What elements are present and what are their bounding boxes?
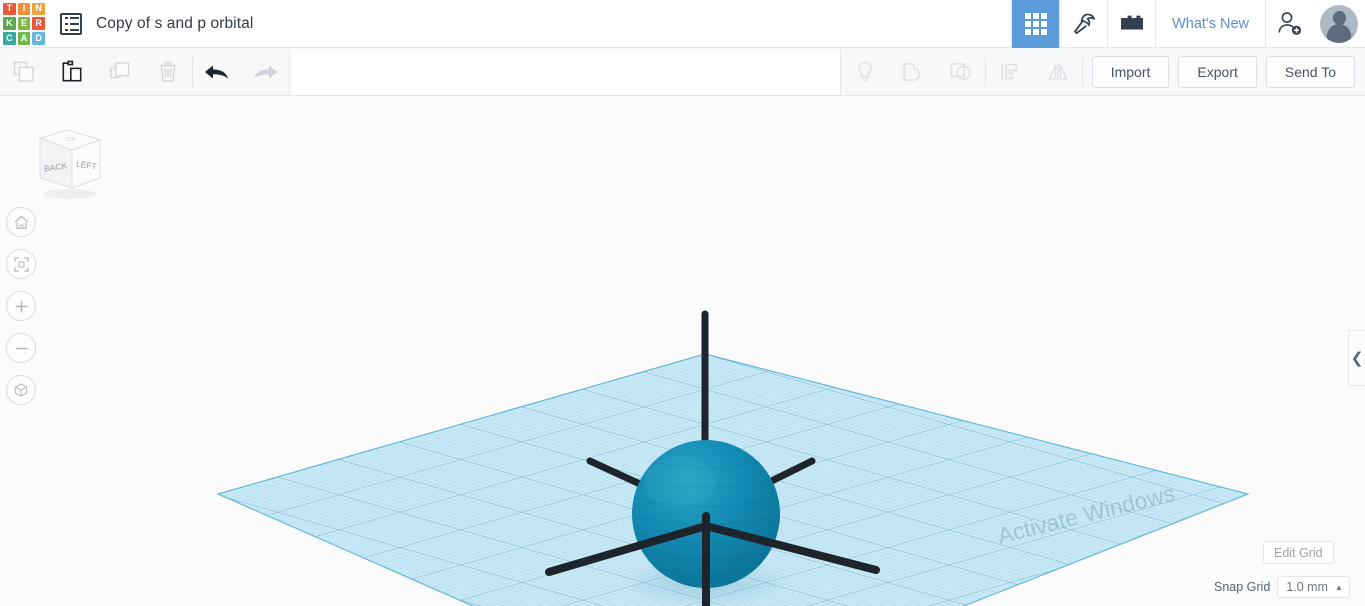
perspective-toggle-button[interactable] (6, 375, 36, 405)
logo-tile-e-4: E (17, 17, 31, 30)
align-button[interactable] (986, 48, 1034, 96)
object-tools-group (841, 48, 1083, 96)
logo-tile-c-6: C (3, 31, 16, 45)
logo-tile-n-2: N (32, 2, 45, 16)
logo-tile-i-1: I (17, 2, 31, 16)
edit-toolbar: Import Export Send To (0, 48, 1365, 96)
align-icon (1001, 62, 1017, 81)
3d-viewport[interactable]: Activate Windows (0, 96, 1365, 606)
tinkercad-window: TIN KER CAD Copy of s and p orbital What's… (0, 0, 1365, 606)
fit-to-view-icon (13, 256, 29, 272)
lego-brick-icon (1120, 15, 1143, 29)
invite-people-button[interactable] (1265, 0, 1313, 48)
import-button[interactable]: Import (1091, 55, 1170, 88)
history-group (193, 48, 289, 96)
chevron-left-icon: ❮ (1350, 350, 1364, 367)
whats-new-link[interactable]: What's New (1155, 0, 1265, 48)
group-button[interactable] (889, 48, 937, 96)
right-panel-toggle[interactable]: ❮ (1348, 330, 1365, 386)
logo-tile-d-8: D (32, 31, 45, 45)
apps-grid-icon (1024, 12, 1047, 35)
delete-button[interactable] (144, 48, 192, 96)
fit-all-button[interactable] (6, 249, 36, 279)
lightbulb-icon (857, 61, 872, 81)
logo-tile-k-3: K (3, 17, 16, 30)
ungroup-shapes-icon (950, 62, 971, 80)
paste-icon (62, 60, 82, 81)
logo-tile-a-7: A (17, 31, 31, 45)
add-person-icon (1278, 12, 1302, 35)
account-avatar-button[interactable] (1313, 0, 1365, 48)
copy-button[interactable] (0, 48, 48, 96)
selection-toolbar (289, 48, 841, 95)
edit-grid-button[interactable]: Edit Grid (1263, 541, 1334, 564)
snap-grid-label: Snap Grid (1214, 580, 1271, 594)
apps-grid-button[interactable] (1011, 0, 1060, 48)
avatar (1320, 4, 1358, 43)
mirror-button[interactable] (1034, 48, 1082, 96)
duplicate-button[interactable] (96, 48, 144, 96)
paste-button[interactable] (48, 48, 96, 96)
viewcube-face-top: TOP (65, 137, 76, 143)
minus-icon (15, 347, 27, 349)
ungroup-button[interactable] (937, 48, 985, 96)
minecraft-button[interactable] (1059, 0, 1107, 48)
ortho-perspective-cube-icon (14, 383, 28, 397)
snap-grid-control: Snap Grid 1.0 mm ▲ (1214, 576, 1350, 598)
snap-grid-select[interactable]: 1.0 mm ▲ (1277, 576, 1350, 598)
workplane-grid[interactable]: Activate Windows (0, 96, 1365, 606)
trash-icon (159, 61, 177, 82)
export-button[interactable]: Export (1178, 55, 1257, 88)
home-icon (14, 215, 28, 229)
pickaxe-icon (1073, 13, 1095, 34)
copy-icon (13, 61, 34, 82)
zoom-in-button[interactable] (6, 291, 36, 321)
logo-tile-t-0: T (3, 2, 16, 16)
plus-icon (15, 300, 27, 312)
send-to-button[interactable]: Send To (1265, 55, 1355, 88)
top-header-bar: TIN KER CAD Copy of s and p orbital What's… (0, 0, 1365, 48)
home-view-button[interactable] (6, 207, 36, 237)
view-cube[interactable]: BACK LEFT TOP (20, 126, 106, 208)
page-title[interactable]: Copy of s and p orbital (96, 15, 253, 33)
redo-arrow-icon (254, 65, 277, 79)
io-group: Import Export Send To (1083, 48, 1365, 96)
zoom-out-button[interactable] (6, 333, 36, 363)
undo-arrow-icon (205, 65, 228, 79)
caret-up-icon: ▲ (1334, 582, 1343, 592)
undo-button[interactable] (193, 48, 241, 96)
list-menu-icon[interactable] (60, 12, 82, 35)
logo-tile-r-5: R (32, 17, 45, 30)
snap-grid-value: 1.0 mm (1286, 580, 1328, 594)
blocks-button[interactable] (1107, 0, 1155, 48)
mirror-flip-icon (1047, 61, 1068, 82)
duplicate-icon (110, 61, 130, 78)
tinkercad-logo[interactable]: TIN KER CAD (0, 0, 48, 48)
header-actions: What's New (1011, 0, 1365, 48)
hint-button[interactable] (841, 48, 889, 96)
group-shapes-icon (902, 62, 920, 81)
clipboard-group (0, 48, 192, 96)
redo-button[interactable] (241, 48, 289, 96)
